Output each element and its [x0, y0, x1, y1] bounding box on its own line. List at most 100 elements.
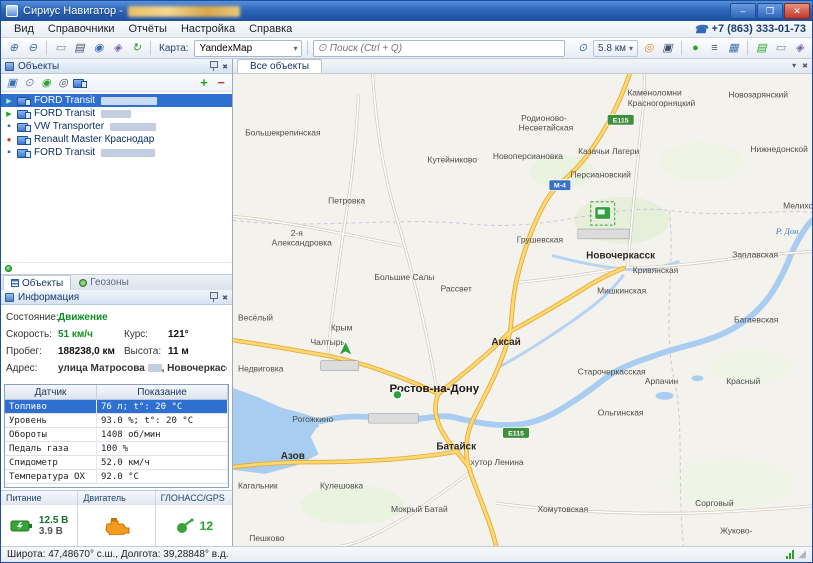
tab-objects[interactable]: Объекты — [3, 275, 71, 290]
support-phone: +7 (863) 333-01-73 — [694, 23, 806, 36]
object-list-item[interactable]: FORD Transit — [1, 107, 232, 120]
menu-item[interactable]: Отчёты — [122, 22, 174, 36]
sensor-row[interactable]: Спидометр52.0 км/ч — [5, 456, 228, 470]
map-place-label: Хомутовская — [537, 504, 588, 514]
redacted-house-number — [148, 364, 162, 372]
map-place-label: Пешково — [249, 533, 285, 543]
sensor-value: 76 л; t°: 20 °C — [97, 400, 228, 413]
pan-hand-icon[interactable] — [659, 40, 676, 57]
map-place-label: Батайск — [436, 442, 476, 453]
object-list-item[interactable]: FORD Transit — [1, 94, 232, 107]
object-list-item[interactable]: VW Transporter — [1, 120, 232, 133]
road-badge-label: М-4 — [554, 183, 566, 190]
layers-icon[interactable] — [71, 40, 88, 57]
object-list-item[interactable]: Renault Master Краснодар — [1, 133, 232, 146]
sensor-value: 1408 об/мин — [97, 428, 228, 441]
close-icon[interactable] — [222, 292, 228, 303]
sensor-row[interactable]: Топливо76 л; t°: 20 °C — [5, 400, 228, 414]
map-tab-bar: Все объекты ▾ — [233, 59, 812, 74]
zoom-out-icon[interactable] — [24, 40, 41, 57]
sensor-row[interactable]: Уровень93.0 %; t°: 20 °C — [5, 414, 228, 428]
map-place-label: Родионово- — [521, 113, 567, 123]
road-badge-label: E115 — [613, 117, 629, 124]
pin-icon[interactable] — [209, 61, 218, 71]
battery-icon — [10, 518, 34, 533]
route-icon[interactable] — [109, 40, 126, 57]
print-icon[interactable] — [772, 40, 789, 57]
redacted-vehicle-label — [321, 361, 359, 371]
status-icon — [4, 97, 14, 105]
resize-grip[interactable] — [798, 549, 806, 560]
title-bar[interactable]: Сириус Навигатор - – ❐ ✕ — [1, 1, 812, 21]
vehicle-filter-icon[interactable] — [72, 75, 88, 90]
maximize-button[interactable]: ❐ — [757, 3, 783, 19]
menu-bar-items: ВидСправочникиОтчётыНастройкаСправка — [7, 22, 299, 36]
map-canvas[interactable]: КаменоломниКрасногорняцкийНовозарянскийН… — [233, 74, 812, 546]
pin-icon[interactable] — [209, 292, 218, 302]
close-icon[interactable] — [222, 61, 228, 72]
search-box[interactable] — [313, 40, 565, 57]
speed-value: 51 км/ч — [58, 329, 124, 340]
close-button[interactable]: ✕ — [784, 3, 810, 19]
sensor-value: 92.0 °C — [97, 470, 228, 483]
sensor-row[interactable]: Обороты1408 об/мин — [5, 428, 228, 442]
menu-item[interactable]: Справочники — [41, 22, 122, 36]
tab-geozones[interactable]: Геозоны — [72, 275, 136, 290]
map-place-label: Заплавская — [732, 249, 778, 259]
settings-icon[interactable] — [791, 40, 808, 57]
list-icon[interactable] — [706, 40, 723, 57]
state-value: Движение — [58, 312, 227, 323]
map-place-label: Чалтырь — [310, 337, 345, 347]
locate-icon[interactable] — [574, 40, 591, 57]
map-place-label: Большекрепинская — [245, 128, 320, 138]
remove-object-button[interactable] — [213, 75, 229, 90]
close-icon[interactable] — [802, 59, 808, 71]
map-place-label: Красный — [726, 376, 760, 386]
compass-icon[interactable] — [640, 40, 657, 57]
select-region-icon[interactable] — [52, 40, 69, 57]
find-object-icon[interactable] — [21, 75, 37, 90]
menu-bar: ВидСправочникиОтчётыНастройкаСправка +7 … — [1, 21, 812, 38]
value-col-header: Показание — [97, 385, 228, 399]
menu-item[interactable]: Вид — [7, 22, 41, 36]
eye-icon[interactable] — [55, 75, 71, 90]
sensor-row[interactable]: Температура ОХ92.0 °C — [5, 470, 228, 484]
gps-gauge: ГЛОНАСС/GPS 12 — [156, 491, 232, 546]
sensor-name: Температура ОХ — [5, 470, 97, 483]
map-provider-select[interactable]: YandexMap ▾ — [194, 40, 302, 57]
map-place-label: Новочеркасск — [586, 250, 655, 261]
monitoring-icon[interactable] — [687, 40, 704, 57]
connection-indicator-row — [1, 262, 232, 274]
chevron-down-icon: ▾ — [294, 44, 298, 53]
sensor-value: 100 % — [97, 442, 228, 455]
zoom-in-icon[interactable] — [5, 40, 22, 57]
sidebar: Объекты FORD TransitFORD TransitVW Trans… — [1, 59, 233, 546]
monitor-icon[interactable] — [4, 75, 20, 90]
menu-item[interactable]: Настройка — [174, 22, 242, 36]
globe-icon[interactable] — [38, 75, 54, 90]
app-icon — [6, 5, 18, 17]
add-object-button[interactable] — [196, 75, 212, 90]
marker-icon[interactable] — [90, 40, 107, 57]
menu-item[interactable]: Справка — [242, 22, 299, 36]
map-place-label: Крым — [331, 323, 353, 333]
vehicle-icon — [17, 122, 31, 131]
info-panel-title: Информация — [18, 292, 79, 303]
sensor-name: Обороты — [5, 428, 97, 441]
map-place-label: Мокрый Батай — [391, 504, 448, 514]
calendar-icon[interactable] — [725, 40, 742, 57]
map-tab-all-objects[interactable]: Все объекты — [237, 59, 322, 73]
map-view-icon[interactable] — [753, 40, 770, 57]
object-list-item[interactable]: FORD Transit — [1, 146, 232, 159]
sensor-name: Педаль газа — [5, 442, 97, 455]
redacted-vehicle-label — [369, 413, 419, 423]
chevron-down-icon[interactable]: ▾ — [792, 61, 796, 70]
map-scale-button[interactable]: 5.8 км ▾ — [593, 40, 638, 57]
refresh-icon[interactable] — [128, 40, 145, 57]
map-provider-value: YandexMap — [200, 43, 253, 54]
search-input[interactable] — [330, 43, 560, 54]
sensor-row[interactable]: Педаль газа100 % — [5, 442, 228, 456]
minimize-button[interactable]: – — [730, 3, 756, 19]
sensor-value: 52.0 км/ч — [97, 456, 228, 469]
sensor-table: Датчик Показание Топливо76 л; t°: 20 °CУ… — [4, 384, 229, 488]
